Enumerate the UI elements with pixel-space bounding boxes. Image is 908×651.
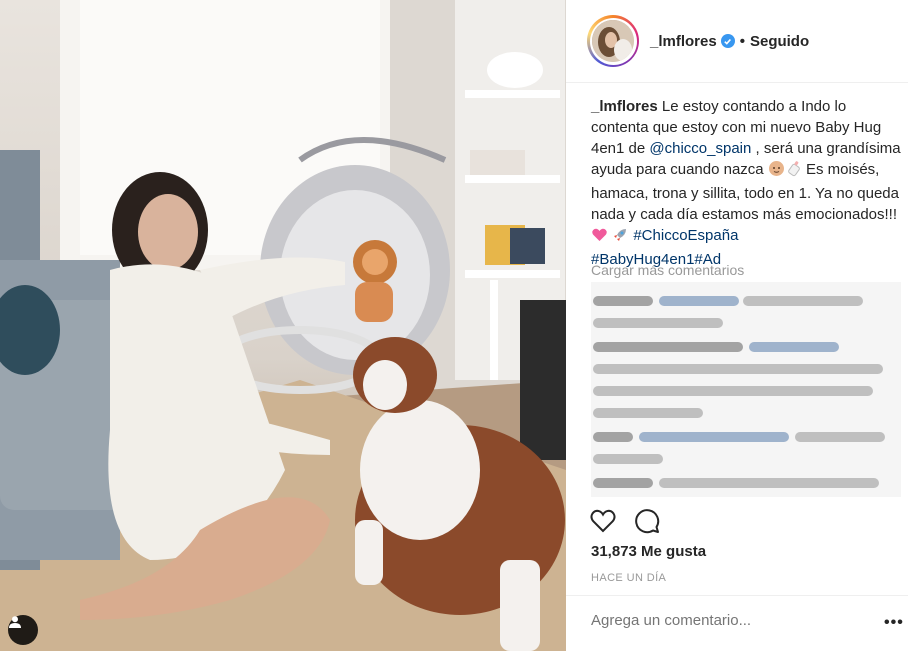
- caption-username[interactable]: _lmflores: [591, 98, 658, 115]
- avatar-image: [592, 20, 634, 62]
- photo-illustration: [0, 0, 566, 651]
- post-actions: [589, 507, 661, 535]
- post-header: _lmflores • Seguido: [566, 0, 908, 83]
- heart-icon: [590, 509, 616, 533]
- post-caption: _lmflores Le estoy contando a Indo lo co…: [591, 96, 903, 270]
- comment-icon: [635, 509, 660, 534]
- verified-badge-icon: [720, 34, 735, 48]
- post-photo[interactable]: [0, 0, 566, 651]
- load-more-comments-button[interactable]: Cargar más comentarios: [591, 262, 744, 278]
- hashtag-chicco-espana[interactable]: #ChiccoEspaña: [633, 227, 738, 244]
- like-count[interactable]: 31,873 Me gusta: [591, 543, 706, 560]
- baby-emoji-icon: [768, 160, 785, 183]
- separator-dot: •: [739, 32, 745, 50]
- like-button[interactable]: [589, 507, 617, 535]
- post-timestamp[interactable]: HACE UN DÍA: [591, 572, 666, 584]
- user-tag-icon[interactable]: [8, 615, 38, 645]
- caption-mention[interactable]: @chicco_spain: [649, 140, 751, 157]
- add-comment-input[interactable]: [591, 612, 861, 629]
- more-options-button[interactable]: •••: [884, 614, 904, 632]
- comment-button[interactable]: [633, 507, 661, 535]
- header-username[interactable]: _lmflores: [650, 33, 717, 50]
- post-sidebar: _lmflores • Seguido _lmflores Le estoy c…: [566, 0, 908, 651]
- divider: [566, 595, 908, 596]
- avatar[interactable]: [587, 15, 639, 67]
- sparkling-heart-emoji-icon: [591, 226, 608, 249]
- follow-button[interactable]: Seguido: [750, 33, 809, 50]
- baby-bottle-emoji-icon: [785, 160, 802, 183]
- rocket-emoji-icon: [612, 226, 629, 249]
- comments-list-blurred: [591, 282, 901, 497]
